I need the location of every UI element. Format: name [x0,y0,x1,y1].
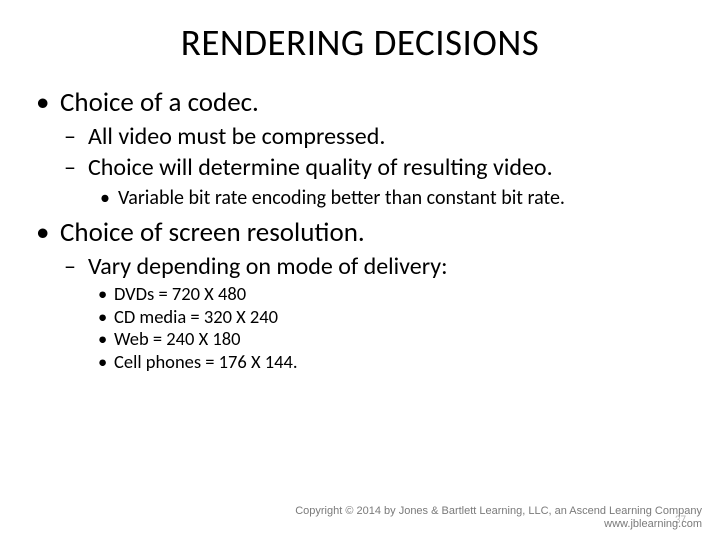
bullet-level1: Choice of screen resolution. Vary depend… [30,217,690,373]
bullet-text: Variable bit rate encoding better than c… [118,186,565,210]
sublist: DVDs = 720 X 480 CD media = 320 X 240 We… [88,283,690,373]
bullet-text: All video must be compressed. [88,122,385,151]
copyright-url: www.jblearning.com [295,518,702,532]
slide-title: RENDERING DECISIONS [30,20,690,65]
bullet-level4: Web = 240 X 180 [88,328,690,351]
bullet-level2: Vary depending on mode of delivery: DVDs… [60,252,690,374]
bullet-level2: Choice will determine quality of resulti… [60,153,690,211]
copyright-line: Copyright © 2014 by Jones & Bartlett Lea… [295,505,702,519]
copyright-footer: Copyright © 2014 by Jones & Bartlett Lea… [295,505,702,533]
slide: RENDERING DECISIONS Choice of a codec. A… [0,0,720,540]
bullet-text: Choice will determine quality of resulti… [88,153,553,182]
bullet-text: Choice of a codec. [60,86,259,119]
bullet-level3: Variable bit rate encoding better than c… [88,186,690,210]
bullet-text: CD media = 320 X 240 [114,305,278,328]
bullet-text: Cell phones = 176 X 144. [114,350,298,373]
bullet-level2: All video must be compressed. [60,122,690,151]
bullet-level4: Cell phones = 176 X 144. [88,351,690,374]
bullet-text: DVDs = 720 X 480 [114,282,246,305]
sublist: Vary depending on mode of delivery: DVDs… [60,252,690,374]
bullet-text: Vary depending on mode of delivery: [88,252,448,281]
sublist: Variable bit rate encoding better than c… [88,186,690,210]
bullet-level1: Choice of a codec. All video must be com… [30,87,690,211]
bullet-level4: DVDs = 720 X 480 [88,283,690,306]
bullet-text: Web = 240 X 180 [114,327,241,350]
bullet-level4: CD media = 320 X 240 [88,306,690,329]
bullet-list: Choice of a codec. All video must be com… [30,87,690,373]
sublist: All video must be compressed. Choice wil… [60,122,690,211]
bullet-text: Choice of screen resolution. [60,216,365,249]
